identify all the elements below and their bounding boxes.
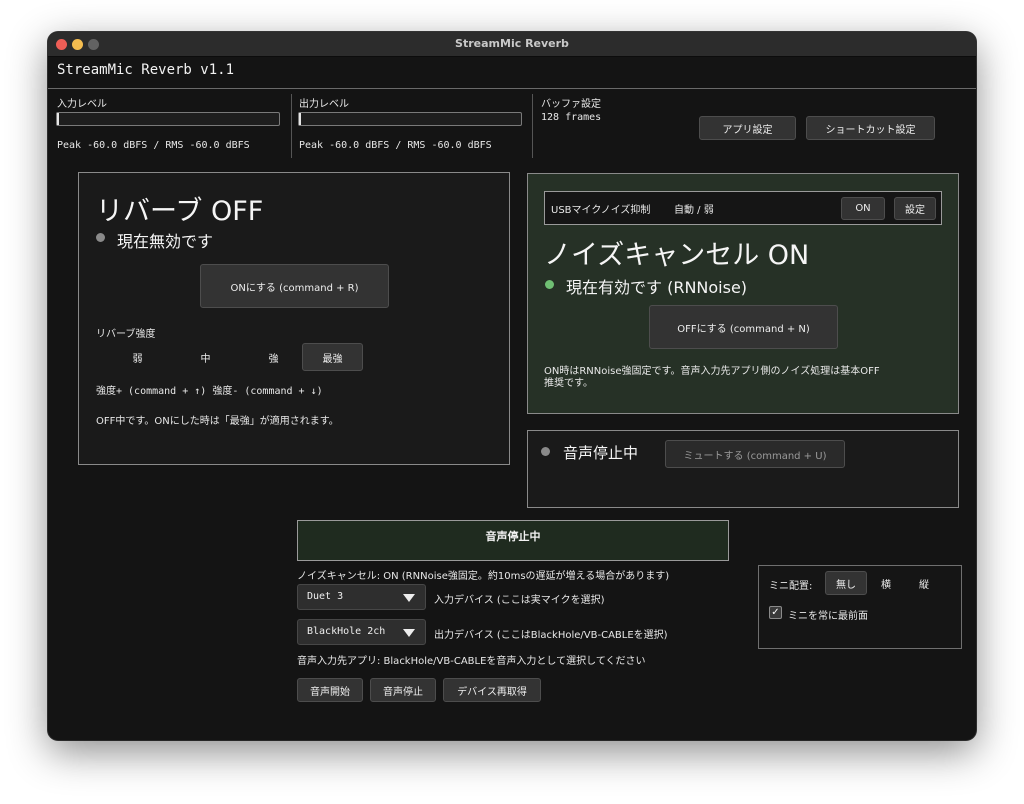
output-device-select[interactable]: BlackHole 2ch — [297, 619, 426, 645]
noise-note-line2: 推奨です。 — [544, 378, 593, 389]
mini-layout-option[interactable]: 横 — [871, 571, 901, 595]
input-level-readout: Peak -60.0 dBFS / RMS -60.0 dBFS — [57, 140, 250, 151]
usb-noise-label: USBマイクノイズ抑制 — [551, 205, 651, 216]
output-level-label: 出力レベル — [299, 99, 349, 110]
always-on-top-label: ミニを常に最前面 — [788, 611, 868, 622]
reverb-strength-option[interactable]: 中 — [175, 343, 236, 371]
output-device-dropdown-icon — [403, 629, 415, 637]
start-audio-button[interactable]: 音声開始 — [297, 678, 363, 702]
mute-status-indicator — [541, 447, 550, 456]
reverb-status: 現在無効です — [117, 232, 214, 251]
output-hint-text: 音声入力先アプリ: BlackHole/VB-CABLEを音声入力として選択して… — [297, 656, 646, 667]
header-divider — [48, 88, 976, 89]
shortcut-settings-button[interactable]: ショートカット設定 — [806, 116, 935, 140]
reverb-strength-option[interactable]: 強 — [243, 343, 304, 371]
audio-status-text: 音声停止中 — [485, 530, 541, 543]
reverb-status-indicator — [96, 233, 105, 242]
buffer-label: バッファ設定 — [541, 99, 601, 110]
reverb-strength-option[interactable]: 最強 — [302, 343, 363, 371]
refresh-devices-button[interactable]: デバイス再取得 — [443, 678, 541, 702]
noise-cancel-panel: USBマイクノイズ抑制 自動 / 弱 ON 設定 ノイズキャンセル ON 現在有… — [527, 173, 959, 414]
mini-layout-option[interactable]: 縦 — [909, 571, 939, 595]
usb-noise-mode: 自動 / 弱 — [674, 205, 714, 216]
reverb-strength-option[interactable]: 弱 — [107, 343, 168, 371]
input-device-select[interactable]: Duet 3 — [297, 584, 426, 610]
output-level-meter — [298, 112, 522, 126]
reverb-toggle-button[interactable]: ONにする (command + R) — [200, 264, 389, 308]
mute-button[interactable]: ミュートする (command + U) — [665, 440, 845, 468]
reverb-title: リバーブ OFF — [96, 196, 264, 227]
level-divider — [291, 94, 292, 158]
app-settings-button[interactable]: アプリ設定 — [699, 116, 796, 140]
reverb-shortcuts: 強度+ (command + ↑) 強度- (command + ↓) — [96, 386, 323, 397]
usb-noise-on-button[interactable]: ON — [841, 197, 885, 220]
mini-layout-panel: ミニ配置: 無し横縦 ✓ ミニを常に最前面 — [758, 565, 962, 649]
title-bar: StreamMic Reverb — [48, 32, 976, 57]
noise-status-indicator — [545, 280, 554, 289]
mute-panel: 音声停止中 ミュートする (command + U) — [527, 430, 959, 508]
input-device-value: Duet 3 — [307, 591, 344, 602]
audio-status-banner: 音声停止中 — [297, 520, 729, 561]
window-title: StreamMic Reverb — [455, 37, 569, 50]
buffer-value: 128 frames — [541, 112, 602, 123]
output-level-readout: Peak -60.0 dBFS / RMS -60.0 dBFS — [299, 140, 492, 151]
always-on-top-checkbox[interactable]: ✓ — [769, 606, 782, 619]
mini-layout-option[interactable]: 無し — [825, 571, 867, 595]
usb-noise-suppression-box: USBマイクノイズ抑制 自動 / 弱 ON 設定 — [544, 191, 942, 225]
noise-toggle-button[interactable]: OFFにする (command + N) — [649, 305, 838, 349]
buffer-divider — [532, 94, 533, 158]
noise-cancel-title: ノイズキャンセル ON — [544, 240, 810, 271]
stop-audio-button[interactable]: 音声停止 — [370, 678, 436, 702]
mute-status: 音声停止中 — [563, 444, 639, 462]
noise-note-line1: ON時はRNNoise強固定です。音声入力先アプリ側のノイズ処理は基本OFF — [544, 366, 880, 377]
mini-layout-label: ミニ配置: — [769, 581, 813, 592]
output-device-label: 出力デバイス (ここはBlackHole/VB-CABLEを選択) — [434, 630, 668, 641]
input-level-meter — [56, 112, 280, 126]
usb-noise-settings-button[interactable]: 設定 — [894, 197, 936, 220]
reverb-strength-label: リバーブ強度 — [96, 329, 156, 340]
noise-info-text: ノイズキャンセル: ON (RNNoise強固定。約10msの遅延が増える場合が… — [297, 571, 670, 582]
input-device-label: 入力デバイス (ここは実マイクを選択) — [434, 595, 605, 606]
output-device-value: BlackHole 2ch — [307, 626, 386, 637]
app-window: StreamMic Reverb StreamMic Reverb v1.1 入… — [48, 32, 976, 740]
input-device-dropdown-icon — [403, 594, 415, 602]
reverb-note: OFF中です。ONにした時は「最強」が適用されます。 — [96, 416, 339, 427]
noise-status: 現在有効です (RNNoise) — [566, 278, 748, 297]
input-level-label: 入力レベル — [57, 99, 107, 110]
reverb-panel: リバーブ OFF 現在無効です ONにする (command + R) リバーブ… — [78, 172, 510, 465]
app-title: StreamMic Reverb v1.1 — [57, 62, 235, 78]
